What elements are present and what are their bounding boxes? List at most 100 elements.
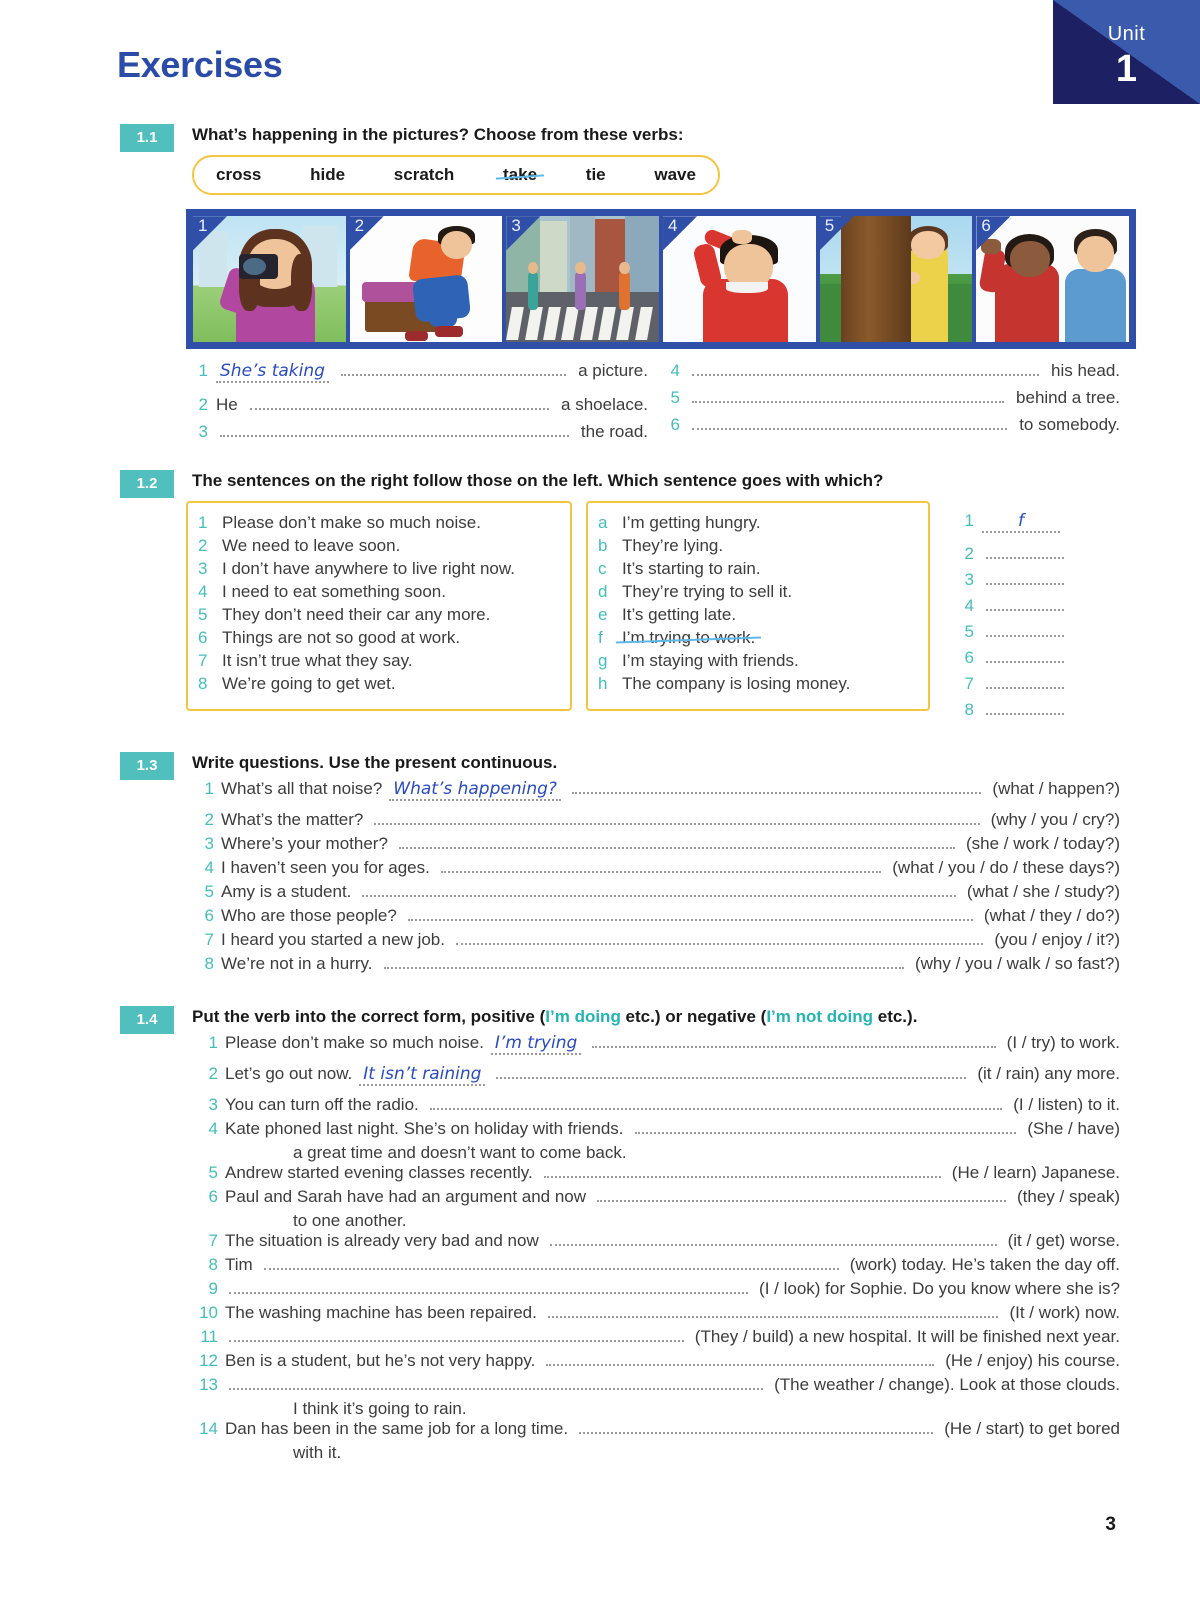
answer-blank[interactable] [986,609,1064,612]
answer-blank[interactable] [374,823,980,826]
answer-blank[interactable] [429,1108,1003,1111]
exercise-heading: Put the verb into the correct form, posi… [192,1006,1120,1027]
answer-blank[interactable] [398,847,955,850]
answer-blank[interactable] [362,895,956,898]
item-label: 2 [198,536,208,556]
matching-item[interactable]: 4 I need to eat something soon. [198,582,556,602]
answer-blank[interactable] [986,661,1064,664]
answer-blank[interactable] [440,871,882,874]
matching-item[interactable]: 7 It isn’t true what they say. [198,651,556,671]
verb-cue: (I / look) for Sophie. Do you know where… [759,1279,1120,1299]
handwritten-answer: She’s taking [216,361,329,384]
answer-blank[interactable] [692,374,1039,377]
exercise-number-badge: 1.1 [120,124,174,152]
matching-item[interactable]: d They’re trying to sell it. [598,582,914,602]
picture-3-people-crossing-road: 3 [506,216,660,343]
prompt-text: Tim [225,1255,253,1275]
answer-blank[interactable] [229,1388,764,1391]
handwritten-answer: f [982,511,1060,534]
matching-item[interactable]: 5 They don’t need their car any more. [198,605,556,625]
item-number: 14 [199,1419,218,1439]
suffix-text: a picture. [578,361,648,381]
matching-item[interactable]: h The company is losing money. [598,674,914,694]
verb-cue: (they / speak) [1017,1187,1120,1207]
answer-blank[interactable] [546,1364,935,1367]
answer-blank[interactable] [543,1176,941,1179]
matching-item[interactable]: b They’re lying. [598,536,914,556]
verb-cue: (work) today. He’s taken the day off. [849,1255,1120,1275]
matching-item[interactable]: g I’m staying with friends. [598,651,914,671]
matching-item[interactable]: f I’m trying to work. [598,628,914,648]
answer-blank[interactable] [986,635,1064,638]
item-sentence: I don’t have anywhere to live right now. [222,559,515,579]
answer-blank[interactable] [692,401,1005,404]
answer-blank[interactable] [986,557,1064,560]
suffix-text: the road. [580,422,648,442]
matching-item[interactable]: a I’m getting hungry. [598,513,914,533]
matching-item[interactable]: 3 I don’t have anywhere to live right now… [198,559,556,579]
matching-item[interactable]: c It’s starting to rain. [598,559,914,579]
answer-blank[interactable] [547,1316,999,1319]
picture-number: 3 [511,216,521,236]
verb-cue: (It / work) now. [1009,1303,1120,1323]
suffix-text: to somebody. [1019,415,1120,435]
verb-option-cross[interactable]: cross [216,165,261,185]
item-number: 6 [964,648,974,668]
unit-number: 1 [1115,48,1138,90]
question-item: 4 Kate phoned last night. She’s on holida… [192,1119,1120,1163]
item-number: 6 [670,415,680,435]
matching-item[interactable]: 1 Please don’t make so much noise. [198,513,556,533]
item-sentence: It’s starting to rain. [622,559,761,579]
item-label: b [598,536,608,556]
matching-item[interactable]: e It’s getting late. [598,605,914,625]
picture-number: 1 [198,216,208,236]
answer-blank[interactable] [986,583,1064,586]
answer-blank[interactable] [592,1046,996,1049]
question-item: 10 The washing machine has been repaired.… [192,1303,1120,1323]
answer-blank[interactable] [383,967,904,970]
item-number: 8 [204,954,214,974]
matching-item[interactable]: 8 We’re going to get wet. [198,674,556,694]
answer-blank[interactable] [229,1292,749,1295]
matching-item[interactable]: 6 Things are not so good at work. [198,628,556,648]
matching-item[interactable]: 2 We need to leave soon. [198,536,556,556]
answer-blank[interactable] [220,435,569,438]
item-number: 3 [208,1095,218,1115]
picture-number: 2 [354,216,365,236]
verb-cue: (what / they / do?) [983,906,1120,926]
answer-blank[interactable] [407,919,973,922]
answer-blank[interactable] [597,1200,1006,1203]
answer-blank[interactable] [692,428,1008,431]
prompt-text: He [216,395,238,415]
answer-blank[interactable] [496,1077,967,1080]
answer-blank[interactable] [986,687,1064,690]
answer-blank[interactable] [263,1268,839,1271]
answer-blank[interactable] [986,713,1064,716]
verb-option-scratch[interactable]: scratch [394,165,454,185]
answer-blank[interactable] [549,1244,997,1247]
question-row: 2 What’s the matter? (why / you / cry?) [192,810,1120,830]
verb-option-hide[interactable]: hide [310,165,345,185]
answer-row: 1 She’s taking a picture. [186,361,648,388]
answer-blank[interactable] [571,792,982,795]
exercise-number-badge: 1.4 [120,1006,174,1034]
page-number: 3 [1105,1514,1116,1535]
question-item: 13 (The weather / change). Look at those … [192,1375,1120,1419]
answer-blank[interactable] [229,1340,684,1343]
verb-option-tie[interactable]: tie [586,165,606,185]
question-item: 12 Ben is a student, but he’s not very ha… [192,1351,1120,1371]
exercise-number-badge: 1.2 [120,470,174,498]
item-sentence: I’m trying to work. [622,628,756,648]
item-number: 3 [204,834,214,854]
answer-blank[interactable] [340,374,567,377]
question-row: 3 Where’s your mother? (she / work / today… [192,834,1120,854]
item-sentence: I’m getting hungry. [622,513,761,533]
verb-option-take[interactable]: take [503,165,537,185]
answer-blank[interactable] [249,408,550,411]
answer-blank[interactable] [455,943,984,946]
item-sentence: I’m staying with friends. [622,651,799,671]
answer-blank[interactable] [634,1132,1017,1135]
verb-option-wave[interactable]: wave [654,165,696,185]
answer-blank[interactable] [579,1432,934,1435]
item-sentence: I need to eat something soon. [222,582,446,602]
